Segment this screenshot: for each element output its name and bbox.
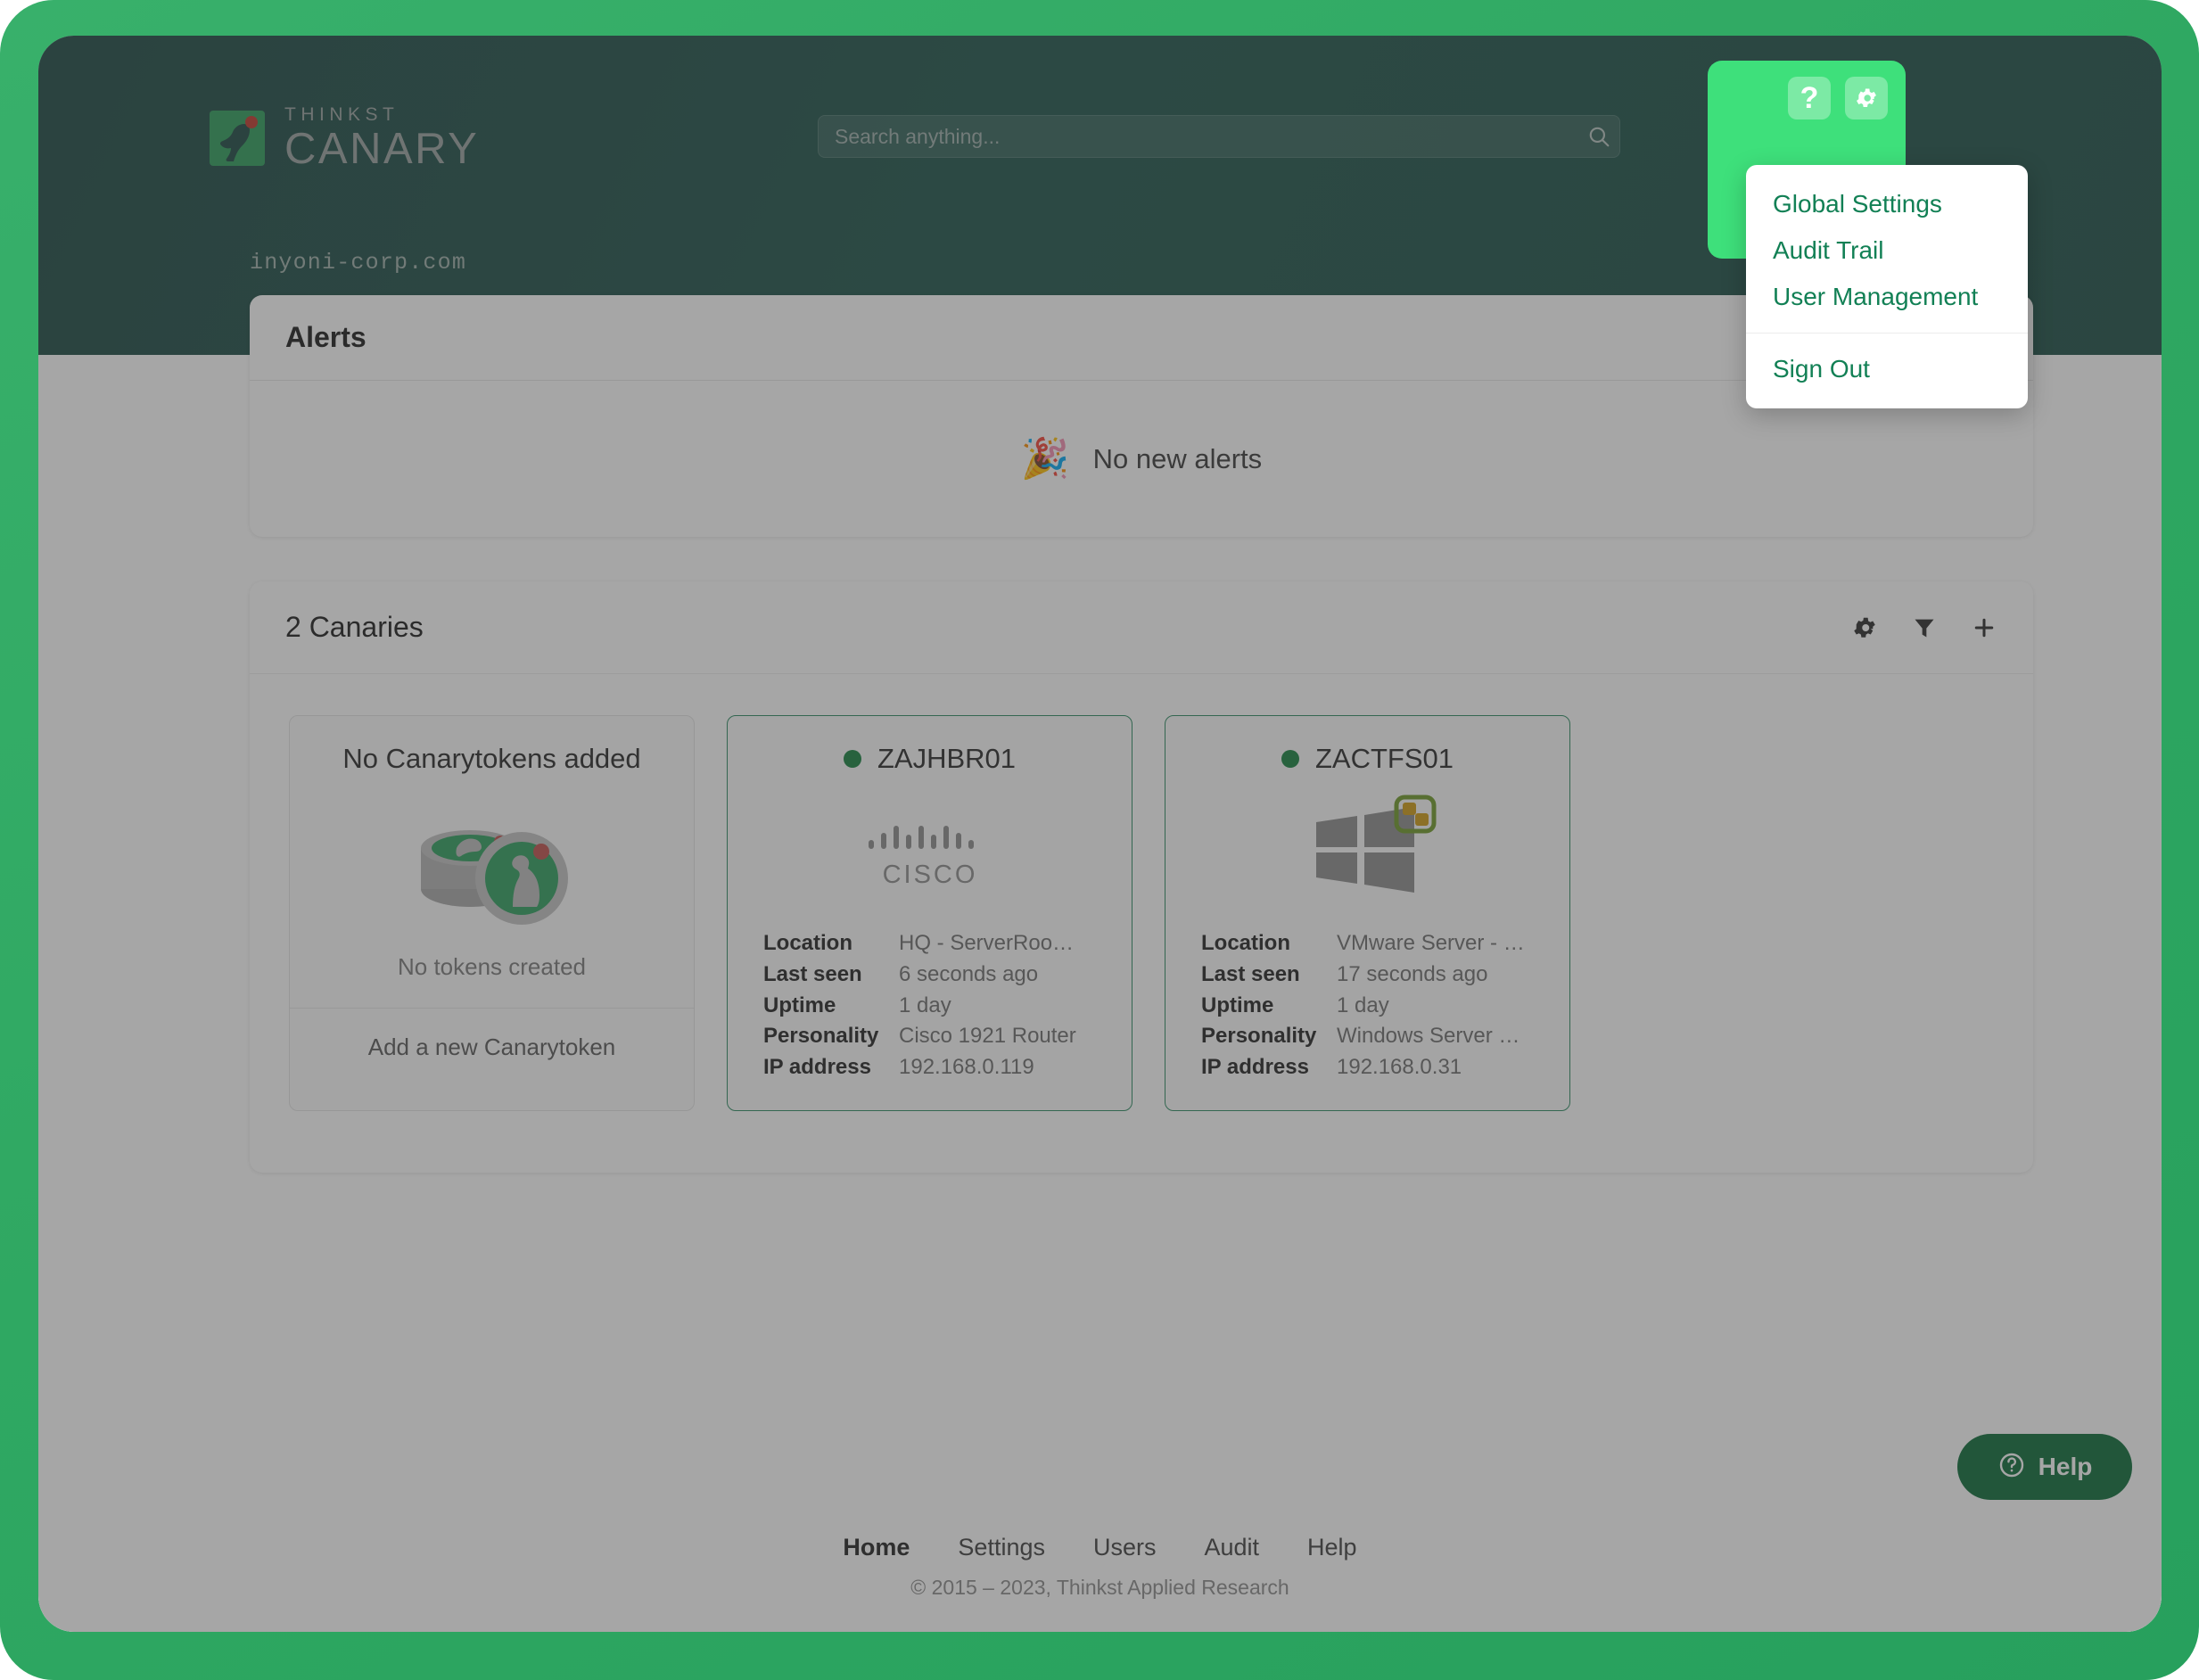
detail-value: 192.168.0.31 — [1337, 1055, 1462, 1080]
detail-row: Uptime 1 day — [1201, 991, 1534, 1022]
plus-icon[interactable] — [1971, 614, 1997, 641]
copyright-text: © 2015 – 2023, Thinkst Applied Research — [910, 1576, 1289, 1599]
footer: Home Settings Users Audit Help © 2015 – … — [38, 1534, 2162, 1600]
detail-row: Personality Windows Server … — [1201, 1021, 1534, 1052]
detail-row: IP address 192.168.0.31 — [1201, 1052, 1534, 1083]
question-mark-icon: ? — [1800, 81, 1819, 115]
canaries-card: 2 Canaries No Canarytokens added No toke… — [250, 581, 2033, 1173]
help-widget-button[interactable]: Help — [1957, 1434, 2132, 1500]
canary-bird-logo-icon — [210, 111, 265, 166]
footer-link-settings[interactable]: Settings — [958, 1534, 1045, 1561]
add-canarytoken-button[interactable]: Add a new Canarytoken — [290, 1008, 694, 1086]
canary-device-tile[interactable]: ZACTFS01 Location VMware Server - … Last… — [1165, 715, 1570, 1111]
menu-item-sign-out[interactable]: Sign Out — [1746, 346, 2028, 392]
help-button[interactable]: ? — [1788, 77, 1831, 119]
app-frame: THINKST CANARY inyoni-corp.com Alerts 🎉 — [0, 0, 2199, 1680]
menu-item-user-management[interactable]: User Management — [1746, 274, 2028, 320]
detail-value: Cisco 1921 Router — [899, 1024, 1076, 1049]
app-page: THINKST CANARY inyoni-corp.com Alerts 🎉 — [38, 36, 2162, 1632]
menu-item-audit-trail[interactable]: Audit Trail — [1746, 227, 2028, 274]
canary-device-name: ZAJHBR01 — [877, 743, 1017, 774]
search-input[interactable] — [819, 116, 1578, 157]
detail-value: 17 seconds ago — [1337, 961, 1488, 986]
header-actions: ? — [1788, 77, 1888, 119]
detail-value: 6 seconds ago — [899, 961, 1039, 986]
detail-key: Uptime — [763, 992, 836, 1017]
status-dot-icon — [843, 750, 861, 768]
canary-device-tile[interactable]: ZAJHBR01 CISCO Location HQ - ServerRoo… … — [727, 715, 1132, 1111]
gear-icon — [1857, 88, 1876, 108]
canary-device-header: ZAJHBR01 — [728, 716, 1132, 775]
tenant-domain: inyoni-corp.com — [250, 250, 467, 276]
canaries-toolbar — [1851, 614, 1997, 641]
status-dot-icon — [1281, 750, 1299, 768]
canarytokens-tile[interactable]: No Canarytokens added No tokens created … — [289, 715, 695, 1111]
question-circle-icon — [1997, 1451, 2026, 1484]
canarytoken-coins-icon — [290, 775, 694, 953]
search-icon[interactable] — [1578, 125, 1619, 148]
gear-icon[interactable] — [1851, 614, 1878, 641]
detail-key: Personality — [1201, 1024, 1317, 1049]
detail-value: HQ - ServerRoo… — [899, 931, 1075, 955]
windows-vmware-logo-icon — [1165, 775, 1569, 928]
alerts-empty-text: No new alerts — [1092, 442, 1263, 474]
filter-icon[interactable] — [1912, 615, 1937, 640]
detail-row: IP address 192.168.0.119 — [763, 1052, 1096, 1083]
logo-thinkst-text: THINKST — [284, 104, 399, 125]
detail-key: Location — [763, 931, 852, 955]
canarytokens-title: No Canarytokens added — [342, 743, 641, 774]
footer-link-home[interactable]: Home — [843, 1534, 910, 1561]
detail-key: Uptime — [1201, 992, 1274, 1017]
footer-nav: Home Settings Users Audit Help — [38, 1534, 2162, 1561]
detail-key: Last seen — [1201, 961, 1300, 986]
detail-value: 1 day — [899, 992, 951, 1017]
svg-text:CISCO: CISCO — [882, 861, 977, 889]
detail-key: Personality — [763, 1024, 879, 1049]
detail-value: VMware Server - … — [1337, 931, 1525, 955]
canary-device-details: Location HQ - ServerRoo… Last seen 6 sec… — [728, 928, 1132, 1110]
detail-row: Last seen 17 seconds ago — [1201, 959, 1534, 991]
footer-link-users[interactable]: Users — [1093, 1534, 1157, 1561]
search-bar[interactable] — [818, 115, 1620, 158]
canaries-card-header: 2 Canaries — [250, 581, 2033, 674]
logo-canary-text: CANARY — [284, 125, 480, 173]
canary-device-name: ZACTFS01 — [1314, 743, 1454, 774]
menu-separator — [1746, 333, 2028, 334]
canarytokens-empty-text: No tokens created — [397, 953, 586, 980]
settings-button[interactable] — [1845, 77, 1888, 119]
detail-key: Location — [1201, 931, 1290, 955]
settings-dropdown-menu: Global Settings Audit Trail User Managem… — [1746, 165, 2028, 408]
detail-row: Last seen 6 seconds ago — [763, 959, 1096, 991]
detail-value: Windows Server … — [1337, 1024, 1520, 1049]
footer-link-audit[interactable]: Audit — [1205, 1534, 1260, 1561]
cisco-logo-icon: CISCO — [728, 775, 1132, 928]
detail-key: IP address — [1201, 1055, 1309, 1080]
detail-value: 192.168.0.119 — [899, 1055, 1034, 1080]
detail-row: Location HQ - ServerRoo… — [763, 928, 1096, 959]
canaries-title: 2 Canaries — [285, 611, 424, 643]
detail-row: Location VMware Server - … — [1201, 928, 1534, 959]
detail-key: IP address — [763, 1055, 871, 1080]
footer-link-help[interactable]: Help — [1307, 1534, 1357, 1561]
party-popper-icon: 🎉 — [1020, 436, 1070, 481]
canaries-grid: No Canarytokens added No tokens created … — [250, 674, 2033, 1152]
brand-logo[interactable]: THINKST CANARY — [210, 105, 479, 171]
menu-item-global-settings[interactable]: Global Settings — [1746, 181, 2028, 227]
detail-value: 1 day — [1337, 992, 1389, 1017]
detail-key: Last seen — [763, 961, 862, 986]
canary-device-details: Location VMware Server - … Last seen 17 … — [1165, 928, 1569, 1110]
alerts-title: Alerts — [285, 321, 366, 353]
detail-row: Uptime 1 day — [763, 991, 1096, 1022]
detail-row: Personality Cisco 1921 Router — [763, 1021, 1096, 1052]
logo-dot-icon — [245, 116, 258, 128]
canary-device-header: ZACTFS01 — [1165, 716, 1569, 775]
help-widget-label: Help — [2038, 1453, 2093, 1480]
